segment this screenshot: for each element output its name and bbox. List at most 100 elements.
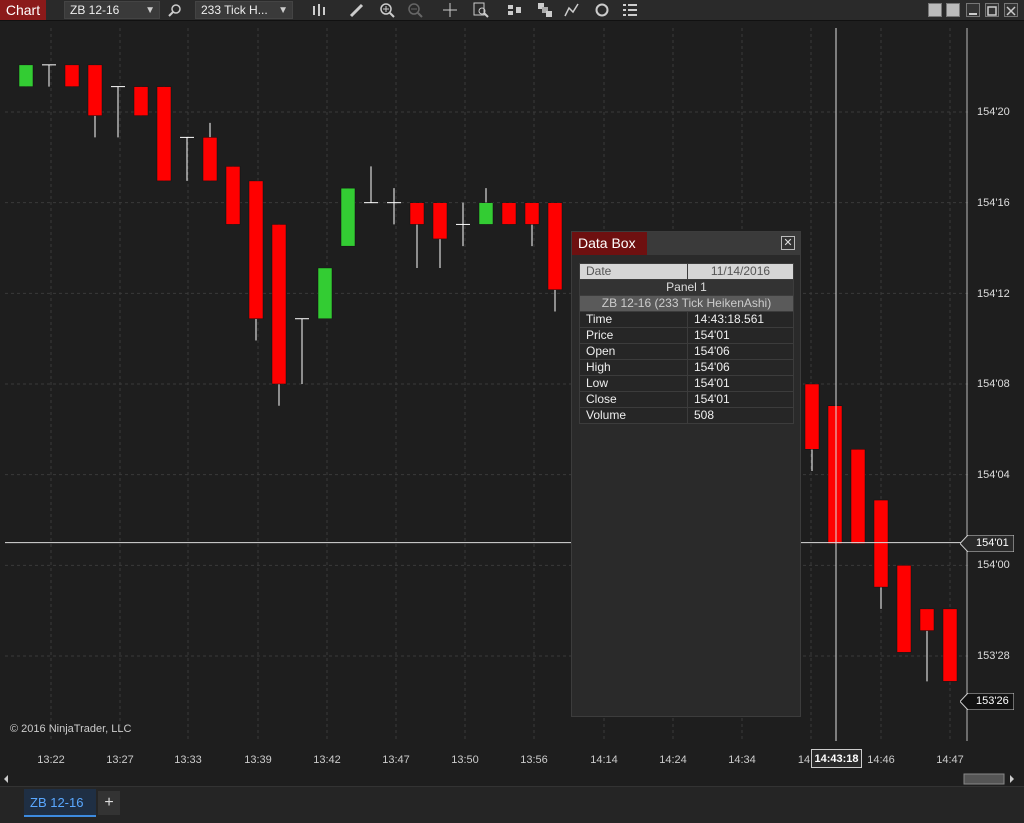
time-axis-label: 13:47	[382, 754, 410, 766]
data-row-value: 154'06	[687, 359, 794, 376]
price-axis-label: 154'08	[977, 378, 1010, 390]
candle-body	[501, 202, 517, 225]
candle-body	[804, 383, 820, 450]
time-axis-label: 14:47	[936, 754, 964, 766]
candle-body	[478, 202, 494, 225]
last-price-marker: 153'26	[960, 693, 1014, 710]
data-row-value: 154'01	[687, 327, 794, 344]
candle-body	[873, 499, 889, 588]
interval-label: 233 Tick H...	[201, 3, 268, 17]
candle-body	[547, 202, 563, 290]
candle-body	[409, 202, 425, 225]
time-axis-label: 13:22	[37, 754, 65, 766]
price-axis-label: 154'04	[977, 469, 1010, 481]
date-label: Date	[579, 263, 688, 280]
add-tab-button[interactable]: +	[98, 791, 120, 815]
candle-body	[432, 202, 448, 240]
panel-label: Panel 1	[579, 279, 794, 296]
time-axis-label: 13:33	[174, 754, 202, 766]
data-row: High 154'06	[579, 359, 794, 376]
chart-tabs-bar: ZB 12-16 +	[0, 786, 1024, 823]
data-box-window[interactable]: Data Box ✕ Date 11/14/2016 Panel 1 ZB 12…	[571, 231, 801, 717]
candle-body	[133, 86, 149, 116]
data-row-label: Time	[579, 311, 688, 328]
data-row-label: Volume	[579, 407, 688, 424]
series-label: ZB 12-16 (233 Tick HeikenAshi)	[579, 295, 794, 312]
candle-body	[87, 64, 103, 116]
zoom-box-icon[interactable]	[471, 0, 491, 20]
data-row-label: Low	[579, 375, 688, 392]
time-axis-label: 13:42	[313, 754, 341, 766]
instrument-selector[interactable]: ZB 12-16 ▼	[64, 1, 160, 19]
data-row: Price 154'01	[579, 327, 794, 344]
data-row-label: High	[579, 359, 688, 376]
data-box-table: Date 11/14/2016 Panel 1 ZB 12-16 (233 Ti…	[579, 263, 794, 424]
time-axis-label: 14	[797, 754, 811, 766]
data-row: Close 154'01	[579, 391, 794, 408]
price-axis-label: 154'00	[977, 559, 1010, 571]
candle-body	[18, 64, 34, 87]
tile-alt-button[interactable]	[946, 3, 960, 17]
data-row: Volume 508	[579, 407, 794, 424]
stack-icon[interactable]	[535, 0, 555, 20]
zoom-out-icon[interactable]	[405, 0, 425, 20]
crosshair-time-label: 14:43:18	[811, 749, 862, 768]
price-chart[interactable]	[5, 28, 968, 741]
series-row: ZB 12-16 (233 Tick HeikenAshi)	[579, 295, 794, 312]
data-row-value: 154'01	[687, 391, 794, 408]
price-axis-label: 154'16	[977, 197, 1010, 209]
data-row-label: Open	[579, 343, 688, 360]
close-icon[interactable]: ✕	[781, 236, 795, 250]
chart-toolbar: Chart ZB 12-16 ▼ 233 Tick H... ▼	[0, 0, 1024, 21]
chart-panel[interactable]	[5, 28, 968, 741]
strategy-icon[interactable]	[505, 0, 525, 20]
chart-tab[interactable]: Chart	[0, 0, 46, 20]
time-axis-label: 13:56	[520, 754, 548, 766]
refresh-icon[interactable]	[592, 0, 612, 20]
data-row-label: Close	[579, 391, 688, 408]
maximize-button[interactable]	[985, 3, 999, 17]
candle-body	[340, 187, 356, 247]
last-price-label: 153'26	[976, 695, 1009, 707]
time-axis-label: 13:27	[106, 754, 134, 766]
candle-body	[827, 405, 843, 544]
price-axis-label: 154'20	[977, 106, 1010, 118]
candle-body	[225, 166, 241, 225]
copyright-text: © 2016 NinjaTrader, LLC	[10, 723, 132, 735]
data-row-label: Price	[579, 327, 688, 344]
data-row-value: 154'06	[687, 343, 794, 360]
search-icon[interactable]	[165, 0, 185, 20]
candle-body	[64, 64, 80, 87]
time-axis-label: 13:50	[451, 754, 479, 766]
candle-body	[942, 608, 958, 682]
candle-body	[850, 449, 866, 544]
candle-body	[896, 565, 912, 653]
properties-icon[interactable]	[620, 0, 640, 20]
zoom-in-icon[interactable]	[377, 0, 397, 20]
tile-button[interactable]	[928, 3, 942, 17]
interval-selector[interactable]: 233 Tick H... ▼	[195, 1, 293, 19]
candle-body	[248, 180, 264, 319]
price-axis-label: 154'12	[977, 288, 1010, 300]
time-axis-label: 13:39	[244, 754, 272, 766]
time-axis-label: 14:24	[659, 754, 687, 766]
minimize-button[interactable]	[966, 3, 980, 17]
tab-zb-12-16[interactable]: ZB 12-16	[24, 789, 96, 817]
crosshair-icon[interactable]	[440, 0, 460, 20]
bars-icon[interactable]	[309, 0, 329, 20]
close-button[interactable]	[1004, 3, 1018, 17]
time-axis-label: 14:34	[728, 754, 756, 766]
horizontal-scrollbar[interactable]	[0, 772, 1024, 786]
data-row-value: 154'01	[687, 375, 794, 392]
current-price-marker: 154'01	[960, 535, 1014, 552]
panel-row: Panel 1	[579, 279, 794, 296]
date-value: 11/14/2016	[687, 263, 794, 280]
time-axis-label: 14:14	[590, 754, 618, 766]
candle-body	[919, 608, 935, 631]
chevron-down-icon: ▼	[145, 5, 155, 16]
pencil-icon[interactable]	[347, 0, 367, 20]
indicator-icon[interactable]	[562, 0, 582, 20]
price-axis-label: 153'28	[977, 650, 1010, 662]
data-row: Open 154'06	[579, 343, 794, 360]
candle-body	[202, 137, 218, 182]
